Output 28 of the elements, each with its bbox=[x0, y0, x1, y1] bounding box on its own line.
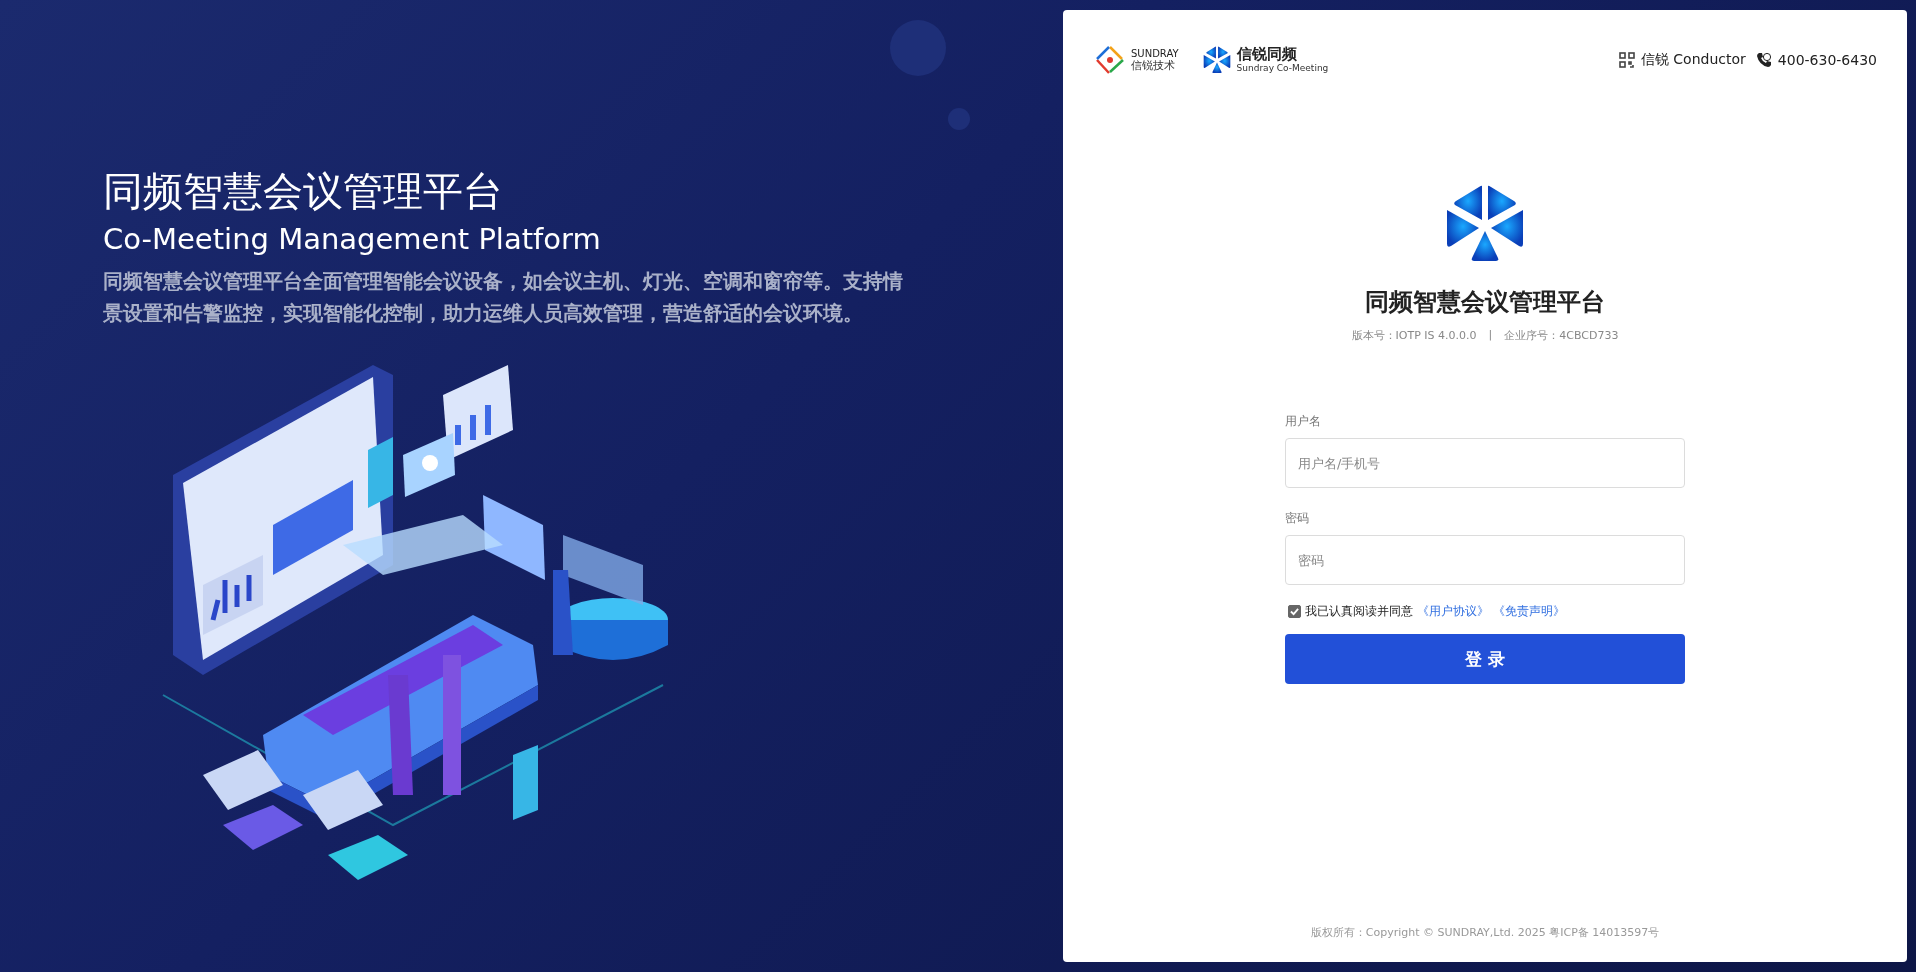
version-text: 版本号：IOTP IS 4.0.0.0 bbox=[1351, 328, 1477, 343]
login-button[interactable]: 登 录 bbox=[1285, 634, 1685, 684]
input-field[interactable]: 用户名/手机号 bbox=[1285, 438, 1685, 488]
qr-code-icon bbox=[1618, 52, 1635, 68]
hero-title: 同频智慧会议管理平台 bbox=[103, 167, 504, 216]
login-title: 同频智慧会议管理平台 bbox=[1365, 287, 1605, 318]
brand-caption: 信锐技术 bbox=[1131, 58, 1176, 73]
hero-description: 同频智慧会议管理平台全面管理智能会议设备，如会议主机、灯光、空调和窗帘等。支持情景设置和告警监控，实现智能化控制，助力运维人员高效管理，营造舒适的会议环境。 bbox=[103, 268, 904, 327]
agreement-link[interactable]: 《用户协议》 bbox=[1417, 603, 1489, 620]
agreement-checkbox[interactable] bbox=[1288, 605, 1301, 618]
hotline-link[interactable]: 400-630-6430 bbox=[1755, 52, 1877, 68]
brand-caption: Sundray Co-Meeting bbox=[1236, 62, 1329, 74]
hero-subtitle: Co-Meeting Management Platform bbox=[103, 221, 602, 258]
brand-name: SUNDRAY bbox=[1131, 47, 1179, 59]
agreement-text: 我已认真阅读并同意 bbox=[1305, 603, 1413, 620]
agreement-link[interactable]: 《免责声明》 bbox=[1493, 603, 1565, 620]
brand-name: 信锐同频 bbox=[1236, 46, 1298, 63]
pinwheel-logo-icon bbox=[1095, 45, 1125, 75]
product-logo-icon bbox=[1445, 184, 1525, 264]
copyright-text: 版权所有：Copyright © SUNDRAY,Ltd. 2025 粤ICP备 14013597号 bbox=[1309, 925, 1661, 940]
field-label: 密码 bbox=[1285, 510, 1310, 527]
hexagon-logo-icon bbox=[1202, 46, 1231, 74]
field-label: 用户名 bbox=[1285, 413, 1322, 430]
phone-24h-icon bbox=[1755, 52, 1772, 68]
serial-number-text: 企业序号：4CBCD733 bbox=[1504, 328, 1619, 343]
conductor-link[interactable]: 信锐 Conductor bbox=[1618, 51, 1746, 69]
separator-text: | bbox=[1488, 328, 1493, 343]
input-field[interactable]: 密码 bbox=[1285, 535, 1685, 585]
